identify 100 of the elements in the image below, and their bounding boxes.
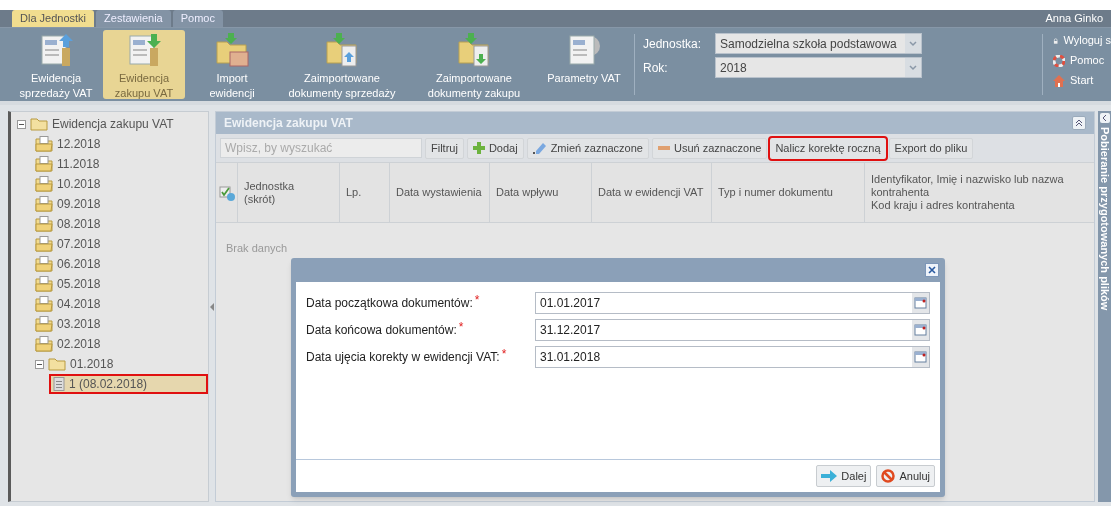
close-button[interactable]	[925, 263, 939, 277]
folder-document-icon	[35, 256, 53, 272]
tree-item[interactable]: 02.2018	[31, 334, 208, 354]
column-header[interactable]: Typ i numer dokumentu	[712, 163, 865, 222]
folder-document-icon	[35, 296, 53, 312]
quick-link[interactable]: Wyloguj s	[1053, 32, 1111, 49]
field-label: Data ujęcia korekty w ewidencji VAT:	[306, 349, 500, 366]
context-label: Jednostka:	[643, 35, 703, 53]
expand-left-icon[interactable]	[1099, 113, 1110, 123]
toolbar-button[interactable]: Filtruj	[425, 137, 464, 159]
required-mark: *	[501, 346, 507, 363]
tree-item[interactable]: 10.2018	[31, 174, 208, 194]
empty-text: Brak danych	[226, 242, 288, 254]
tree-item[interactable]: 06.2018	[31, 254, 208, 274]
tree-item-label: 03.2018	[57, 316, 101, 333]
date-field[interactable]: 31.12.2017	[535, 319, 930, 341]
tree-item-label: 09.2018	[57, 196, 101, 213]
toolbar-button[interactable]: Nalicz korektę roczną	[770, 137, 886, 159]
folder-document-icon	[35, 156, 53, 172]
right-arrow-icon	[821, 470, 838, 482]
context-select[interactable]: 2018	[715, 57, 922, 78]
date-field[interactable]: 01.01.2017	[535, 292, 930, 314]
date-field[interactable]: 31.01.2018	[535, 346, 930, 368]
tree-item-label: 02.2018	[57, 336, 101, 353]
close-icon	[928, 266, 936, 274]
folder-document-icon	[35, 196, 53, 212]
document-gear-icon	[566, 32, 602, 68]
ribbon-button[interactable]: Zaimportowane dokumenty zakupu	[411, 30, 537, 99]
tree-item-label: 05.2018	[57, 276, 101, 293]
user-name: Anna Ginko	[1045, 10, 1103, 26]
cancel-icon	[881, 469, 896, 483]
calendar-icon[interactable]	[912, 293, 929, 313]
folder-document-icon	[456, 32, 492, 68]
tree-item[interactable]: 08.2018	[31, 214, 208, 234]
tree-item-label: 10.2018	[57, 176, 101, 193]
document-down-arrow-icon	[126, 32, 162, 68]
toolbar-button[interactable]: Zmień zaznaczone	[526, 137, 649, 159]
context-select[interactable]: Samodzielna szkoła podstawowa	[715, 33, 922, 54]
tree-item[interactable]: 1 (08.02.2018)	[49, 374, 208, 394]
tree-item-label: 04.2018	[57, 296, 101, 313]
lifebuoy-icon	[1053, 54, 1065, 67]
ribbon-button[interactable]: Ewidencja zakupu VAT	[103, 30, 185, 99]
quick-link[interactable]: Start	[1053, 72, 1111, 89]
tree-item[interactable]: 09.2018	[31, 194, 208, 214]
column-header[interactable]: Jednostka (skrót)	[238, 163, 340, 222]
tree-item[interactable]: 04.2018	[31, 294, 208, 314]
folder-document-icon	[35, 236, 53, 252]
tree-item-label: 11.2018	[57, 156, 100, 173]
document-up-arrow-icon	[38, 32, 74, 68]
required-mark: *	[474, 292, 480, 309]
toolbar-button[interactable]: Export do pliku	[888, 137, 974, 159]
dialog-button[interactable]: Dalej	[816, 465, 872, 487]
folder-document-icon	[324, 32, 360, 68]
toolbar-button[interactable]: Dodaj	[466, 137, 524, 159]
select-all-checkbox-icon[interactable]	[218, 184, 235, 201]
tree-item-label: 08.2018	[57, 216, 101, 233]
tree-item-label: 12.2018	[57, 136, 101, 153]
home-icon	[1053, 74, 1065, 87]
folder-icon	[48, 357, 66, 371]
ribbon-button[interactable]: Zaimportowane dokumenty sprzedaży	[279, 30, 405, 99]
ribbon-button[interactable]: Parametry VAT	[543, 30, 625, 99]
side-strip-label: Pobieranie przygotowanych plików	[1098, 127, 1111, 311]
calendar-icon[interactable]	[912, 347, 929, 367]
tree-item[interactable]: 01.2018	[31, 354, 208, 374]
search-field[interactable]: Wpisz, by wyszukać	[220, 138, 422, 158]
collapse-icon[interactable]	[35, 359, 44, 369]
menu-tab[interactable]: Dla Jednostki	[12, 10, 95, 27]
folder-down-arrow-icon	[214, 32, 250, 68]
tree-item[interactable]: 11.2018	[31, 154, 208, 174]
tree-item-label: 1 (08.02.2018)	[69, 376, 148, 393]
field-label: Data początkowa dokumentów:	[306, 295, 473, 312]
column-header[interactable]: Data w ewidencji VAT	[592, 163, 712, 222]
toolbar-button[interactable]: Usuń zaznaczone	[651, 137, 768, 159]
tree-item[interactable]: Ewidencja zakupu VAT	[13, 114, 208, 134]
tree-item[interactable]: 07.2018	[31, 234, 208, 254]
folder-document-icon	[35, 316, 53, 332]
column-header[interactable]: Lp.	[340, 163, 390, 222]
dialog-button[interactable]: Anuluj	[876, 465, 935, 487]
tree-item[interactable]: 05.2018	[31, 274, 208, 294]
tree-item[interactable]: 03.2018	[31, 314, 208, 334]
collapse-button[interactable]	[1072, 116, 1086, 130]
column-header[interactable]: Identyfikator, Imię i nazwisko lub nazwa kontrahenta Kod kraju i adres kontrahenta	[865, 163, 1094, 222]
folder-document-icon	[35, 276, 53, 292]
tree-item-label: 01.2018	[70, 356, 114, 373]
tree-item[interactable]: 12.2018	[31, 134, 208, 154]
required-mark: *	[458, 319, 464, 336]
ribbon-button[interactable]: Ewidencja sprzedaży VAT	[15, 30, 97, 99]
tree-item-label: Ewidencja zakupu VAT	[52, 116, 174, 133]
calendar-icon[interactable]	[912, 320, 929, 340]
column-header[interactable]: Data wystawienia	[390, 163, 490, 222]
panel-title: Ewidencja zakupu VAT	[224, 115, 354, 132]
ribbon-button[interactable]: Import ewidencji	[191, 30, 273, 99]
tree-item-label: 06.2018	[57, 256, 101, 273]
plus-icon	[472, 142, 485, 154]
column-header[interactable]: Data wpływu	[490, 163, 592, 222]
quick-link[interactable]: Pomoc	[1053, 52, 1111, 69]
collapse-icon[interactable]	[17, 119, 26, 129]
context-label: Rok:	[643, 59, 669, 77]
double-chevron-up-icon	[1075, 119, 1083, 127]
splitter-arrow-icon[interactable]	[210, 302, 214, 311]
